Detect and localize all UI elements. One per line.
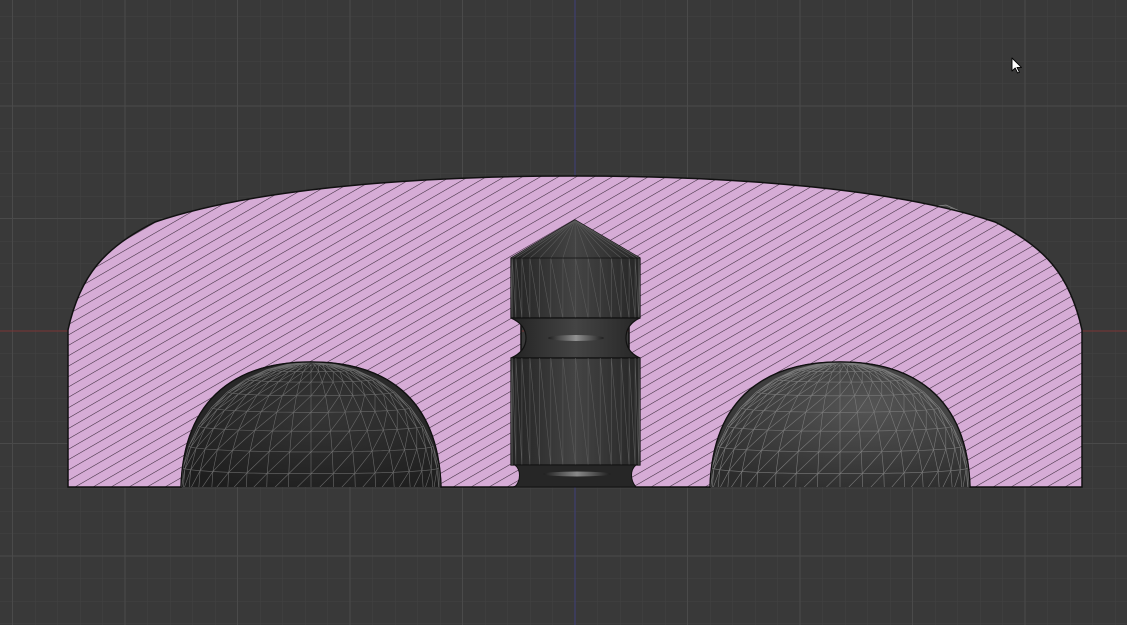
viewport-canvas[interactable] <box>0 0 1127 625</box>
3d-viewport[interactable] <box>0 0 1127 625</box>
center-pin-mesh[interactable] <box>510 219 641 488</box>
